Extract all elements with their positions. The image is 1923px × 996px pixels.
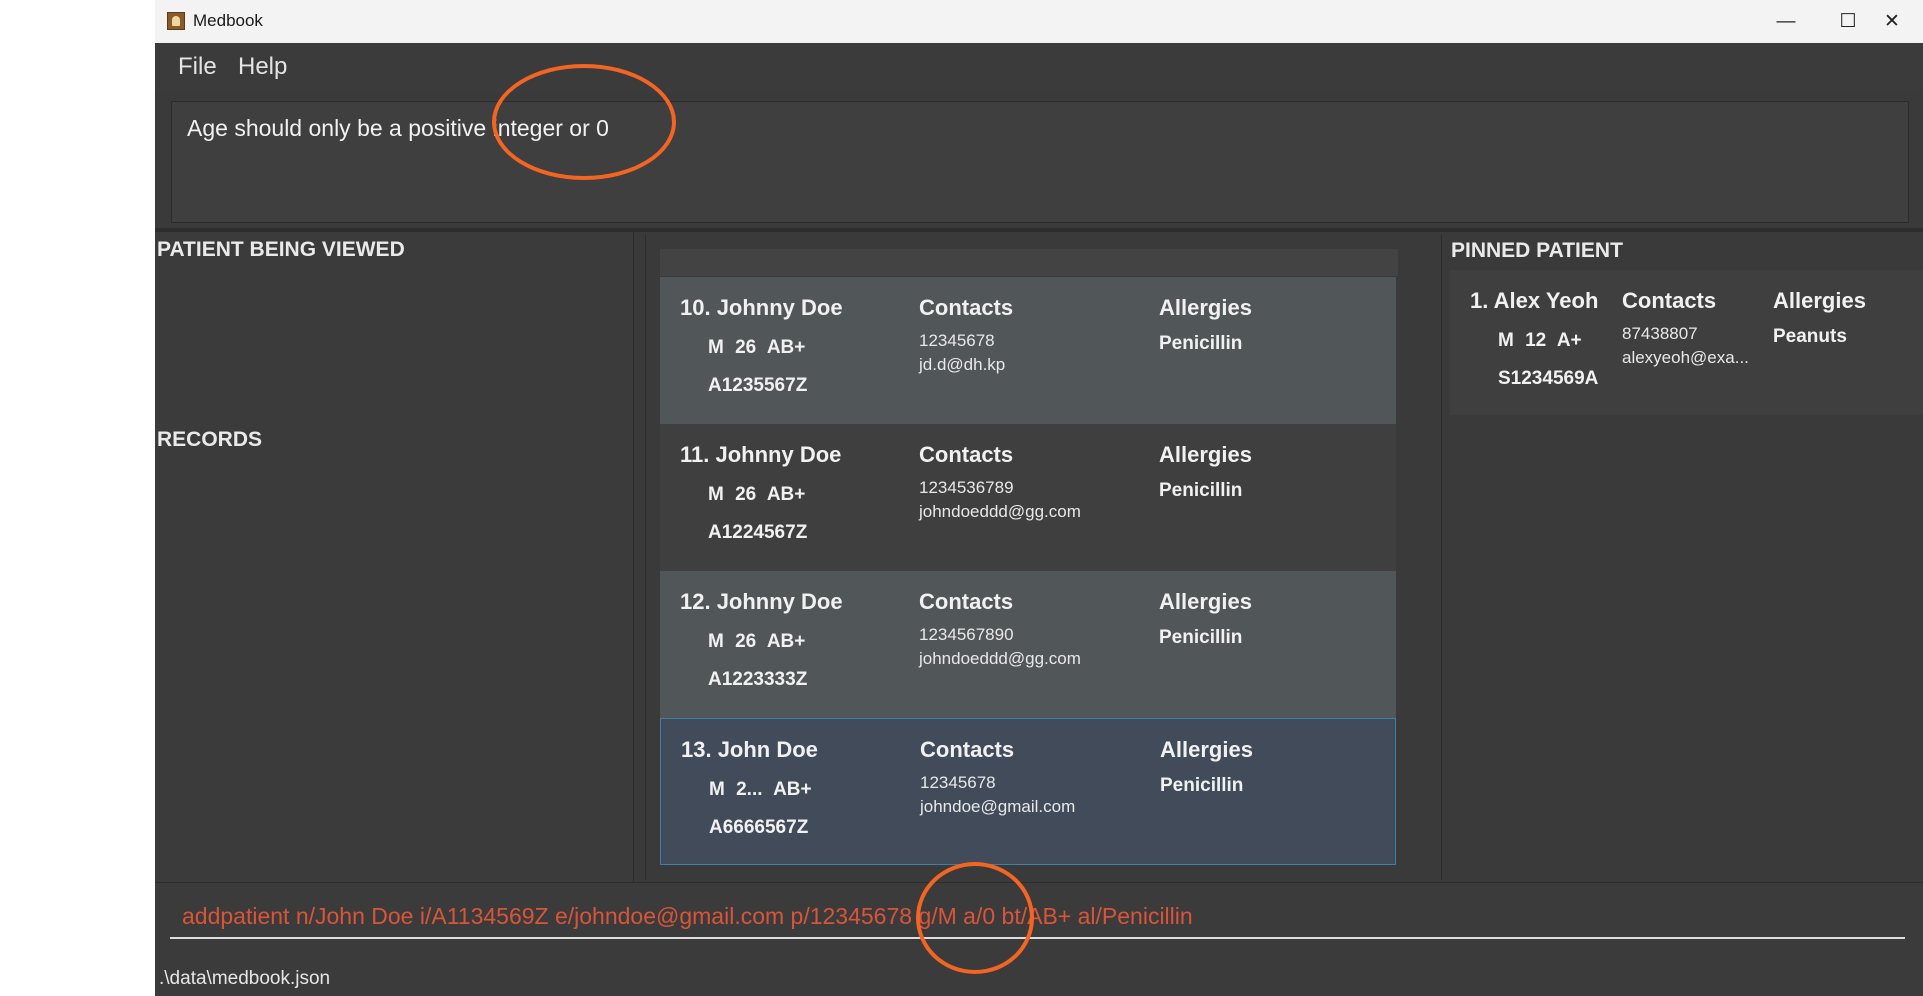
patient-allergy: Penicillin bbox=[1159, 480, 1243, 501]
patient-nric: S1234569A bbox=[1498, 368, 1599, 389]
allergies-label: Allergies bbox=[1773, 288, 1866, 313]
patient-name: 1. Alex Yeoh bbox=[1470, 288, 1599, 313]
patient-card-selected[interactable]: 13. John Doe M 2... AB+ A6666567Z Contac… bbox=[660, 718, 1396, 865]
patient-allergy: Peanuts bbox=[1773, 326, 1847, 347]
menu-file[interactable]: File bbox=[178, 53, 217, 81]
save-file-path: .\data\medbook.json bbox=[159, 968, 331, 989]
patient-phone: 12345678 bbox=[920, 773, 996, 792]
result-message: Age should only be a positive integer or… bbox=[187, 115, 609, 141]
contacts-label: Contacts bbox=[919, 295, 1014, 320]
allergies-label: Allergies bbox=[1159, 589, 1252, 614]
patient-phone: 87438807 bbox=[1622, 324, 1698, 343]
patient-phone: 1234536789 bbox=[919, 478, 1014, 497]
patient-card[interactable]: 12. Johnny Doe M 26 AB+ A1223333Z Contac… bbox=[660, 571, 1396, 718]
patient-allergy: Penicillin bbox=[1160, 775, 1244, 796]
patient-card[interactable]: 11. Johnny Doe M 26 AB+ A1224567Z Contac… bbox=[660, 424, 1396, 571]
pinned-patient-panel: PINNED PATIENT 1. Alex Yeoh M 12 A+ S123… bbox=[1448, 235, 1923, 880]
patient-card[interactable]: 10. Johnny Doe M 26 AB+ A1235567Z Contac… bbox=[660, 277, 1396, 424]
medbook-app-icon bbox=[167, 12, 185, 30]
patient-allergy: Penicillin bbox=[1159, 627, 1243, 648]
patient-email: jd.d@dh.kp bbox=[919, 355, 1006, 374]
patient-name: 12. Johnny Doe bbox=[680, 589, 843, 614]
patient-being-viewed-header: PATIENT BEING VIEWED bbox=[157, 238, 405, 261]
patient-email: johndoeddd@gg.com bbox=[919, 649, 1081, 668]
patient-allergy: Penicillin bbox=[1159, 333, 1243, 354]
records-header: RECORDS bbox=[157, 428, 263, 451]
allergies-label: Allergies bbox=[1159, 442, 1252, 467]
contacts-label: Contacts bbox=[919, 589, 1014, 614]
menu-help[interactable]: Help bbox=[238, 53, 287, 81]
menu-bar: File Help bbox=[155, 43, 1923, 93]
patient-tags: M 26 AB+ bbox=[708, 337, 806, 358]
patient-list-panel: 10. Johnny Doe M 26 AB+ A1235567Z Contac… bbox=[645, 235, 1908, 880]
allergies-label: Allergies bbox=[1160, 737, 1253, 762]
patient-view-panel: PATIENT BEING VIEWED RECORDS bbox=[155, 232, 634, 882]
patient-phone: 12345678 bbox=[919, 331, 995, 350]
pinned-patient-card[interactable]: 1. Alex Yeoh M 12 A+ S1234569A Contacts … bbox=[1450, 270, 1923, 415]
window-title: Medbook bbox=[193, 11, 263, 30]
patient-tags: M 26 AB+ bbox=[708, 484, 806, 505]
allergies-label: Allergies bbox=[1159, 295, 1252, 320]
patient-nric: A1235567Z bbox=[708, 375, 808, 396]
pinned-patient-header: PINNED PATIENT bbox=[1451, 239, 1623, 262]
patient-nric: A1223333Z bbox=[708, 669, 808, 690]
patient-name: 13. John Doe bbox=[681, 737, 818, 762]
contacts-label: Contacts bbox=[919, 442, 1014, 467]
patient-name: 11. Johnny Doe bbox=[680, 442, 842, 467]
contacts-label: Contacts bbox=[920, 737, 1015, 762]
patient-email: alexyeoh@exa... bbox=[1622, 348, 1749, 367]
status-bar: .\data\medbook.json bbox=[155, 964, 1923, 996]
patient-email: johndoe@gmail.com bbox=[920, 797, 1076, 816]
title-bar: Medbook — ☐ ✕ bbox=[155, 0, 1923, 43]
result-display: Age should only be a positive integer or… bbox=[171, 101, 1909, 223]
patient-name: 10. Johnny Doe bbox=[680, 295, 843, 320]
command-input[interactable] bbox=[170, 895, 1905, 939]
medbook-window: Medbook — ☐ ✕ File Help Age should only … bbox=[155, 0, 1923, 996]
patient-phone: 1234567890 bbox=[919, 625, 1014, 644]
patient-tags: M 12 A+ bbox=[1498, 330, 1582, 351]
minimize-icon[interactable]: — bbox=[1755, 0, 1817, 43]
list-item[interactable] bbox=[660, 249, 1398, 276]
contacts-label: Contacts bbox=[1622, 288, 1717, 313]
close-icon[interactable]: ✕ bbox=[1861, 0, 1923, 43]
patient-tags: M 26 AB+ bbox=[708, 631, 806, 652]
command-box bbox=[155, 882, 1923, 965]
patient-nric: A6666567Z bbox=[709, 817, 809, 838]
patient-email: johndoeddd@gg.com bbox=[919, 502, 1081, 521]
patient-tags: M 2... AB+ bbox=[709, 779, 812, 800]
patient-nric: A1224567Z bbox=[708, 522, 808, 543]
